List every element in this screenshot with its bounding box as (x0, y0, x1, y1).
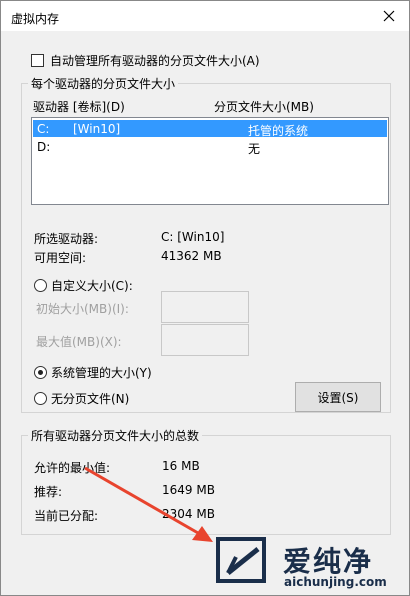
watermark-logo-icon (216, 537, 266, 583)
min-allowed-value: 16 MB (162, 459, 200, 473)
selected-drive-label: 所选驱动器: (34, 232, 99, 246)
auto-manage-checkbox[interactable]: 自动管理所有驱动器的分页文件大小(A) (31, 51, 260, 69)
drive-list[interactable]: C: [Win10] 托管的系统 D: 无 (31, 117, 389, 205)
system-managed-label: 系统管理的大小(Y) (51, 366, 152, 380)
radio-circle[interactable] (34, 366, 47, 379)
virtual-memory-dialog: 虚拟内存 自动管理所有驱动器的分页文件大小(A) 每个驱动器的分页文件大小 驱动… (0, 0, 410, 596)
allocated-value: 2304 MB (162, 507, 215, 521)
title-bar: 虚拟内存 (1, 1, 409, 31)
auto-manage-label: 自动管理所有驱动器的分页文件大小(A) (50, 53, 260, 68)
drive-size: 托管的系统 (248, 124, 309, 138)
set-button[interactable]: 设置(S) (295, 382, 381, 412)
radio-circle[interactable] (34, 279, 47, 292)
custom-size-label: 自定义大小(C): (51, 279, 133, 293)
allocated-label: 当前已分配: (34, 509, 99, 523)
system-managed-radio[interactable]: 系统管理的大小(Y) (34, 364, 152, 381)
free-space-label: 可用空间: (34, 251, 87, 265)
drive-group-legend: 每个驱动器的分页文件大小 (28, 75, 179, 92)
column-header-drive: 驱动器 [卷标](D) (33, 100, 125, 114)
list-item[interactable]: D: 无 (33, 138, 387, 156)
drive-label: [Win10] (73, 122, 121, 136)
selected-drive-value: C: [Win10] (161, 230, 225, 244)
no-paging-label: 无分页文件(N) (51, 392, 130, 406)
watermark-text: 爱纯净 (283, 545, 374, 578)
radio-circle[interactable] (34, 392, 47, 405)
checkbox-box[interactable] (31, 53, 44, 67)
list-item[interactable]: C: [Win10] 托管的系统 (33, 120, 387, 138)
window-title: 虚拟内存 (11, 12, 60, 26)
custom-size-radio[interactable]: 自定义大小(C): (34, 277, 133, 294)
watermark-url: aichunjing.com (284, 575, 387, 589)
no-paging-radio[interactable]: 无分页文件(N) (34, 390, 129, 407)
free-space-value: 41362 MB (161, 249, 222, 263)
min-allowed-label: 允许的最小值: (34, 461, 111, 475)
recommended-label: 推荐: (34, 485, 63, 499)
drive-letter: D: (37, 140, 51, 154)
close-icon[interactable] (379, 6, 399, 26)
drive-size: 无 (248, 142, 261, 156)
totals-group-legend: 所有驱动器分页文件大小的总数 (28, 427, 203, 444)
initial-size-input[interactable] (161, 291, 249, 323)
recommended-value: 1649 MB (162, 483, 215, 497)
column-header-size: 分页文件大小(MB) (214, 100, 314, 114)
max-size-label: 最大值(MB)(X): (36, 335, 122, 349)
drive-letter: C: (37, 122, 50, 136)
max-size-input[interactable] (161, 324, 249, 356)
initial-size-label: 初始大小(MB)(I): (36, 302, 129, 316)
